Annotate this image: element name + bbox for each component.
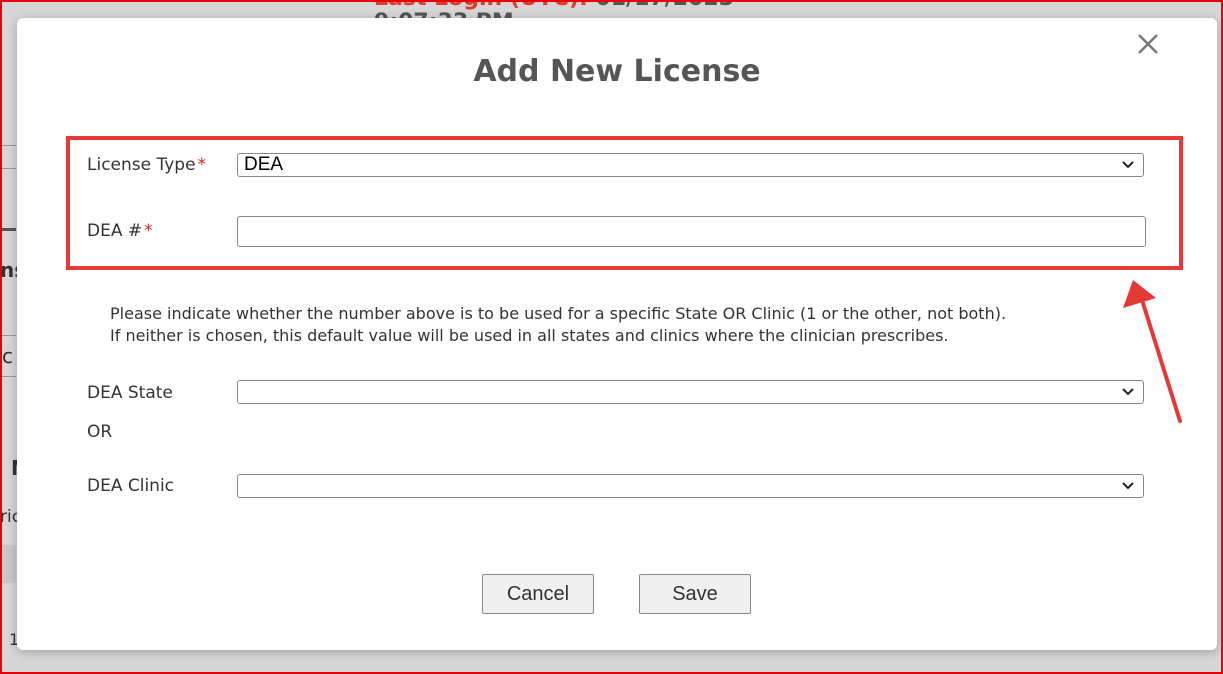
dea-state-label: DEA State	[87, 383, 173, 403]
save-button[interactable]: Save	[639, 574, 751, 614]
chevron-down-icon	[1122, 161, 1134, 169]
background-divider	[2, 228, 16, 231]
modal-title: Add New License	[473, 54, 761, 89]
dea-clinic-label: DEA Clinic	[87, 476, 175, 496]
info-line: If neither is chosen, this default value…	[110, 326, 949, 345]
required-marker: *	[197, 155, 207, 175]
dea-state-select[interactable]	[237, 380, 1144, 404]
required-marker: *	[144, 221, 153, 241]
license-type-select[interactable]: DEA	[237, 153, 1144, 177]
background-divider	[2, 168, 16, 169]
dea-number-input[interactable]	[237, 216, 1146, 247]
background-divider	[2, 376, 16, 377]
add-license-modal: Add New License License Type * DEA DEA # *…	[17, 18, 1217, 650]
or-label: OR	[87, 422, 113, 442]
info-line: Please indicate whether the number above…	[110, 304, 1007, 323]
license-type-value: DEA	[244, 154, 284, 175]
dea-clinic-select[interactable]	[237, 474, 1144, 498]
background-text-fragment: c	[2, 344, 13, 368]
background-divider	[2, 335, 16, 336]
background-divider	[2, 145, 16, 146]
background-table-header	[2, 545, 16, 583]
info-text: Please indicate whether the number above…	[110, 303, 1006, 347]
chevron-down-icon	[1122, 482, 1134, 490]
license-type-label: License Type *	[87, 155, 207, 175]
annotation-arrow	[1123, 280, 1182, 423]
cancel-button[interactable]: Cancel	[482, 574, 594, 614]
dea-number-label: DEA # *	[87, 221, 153, 241]
